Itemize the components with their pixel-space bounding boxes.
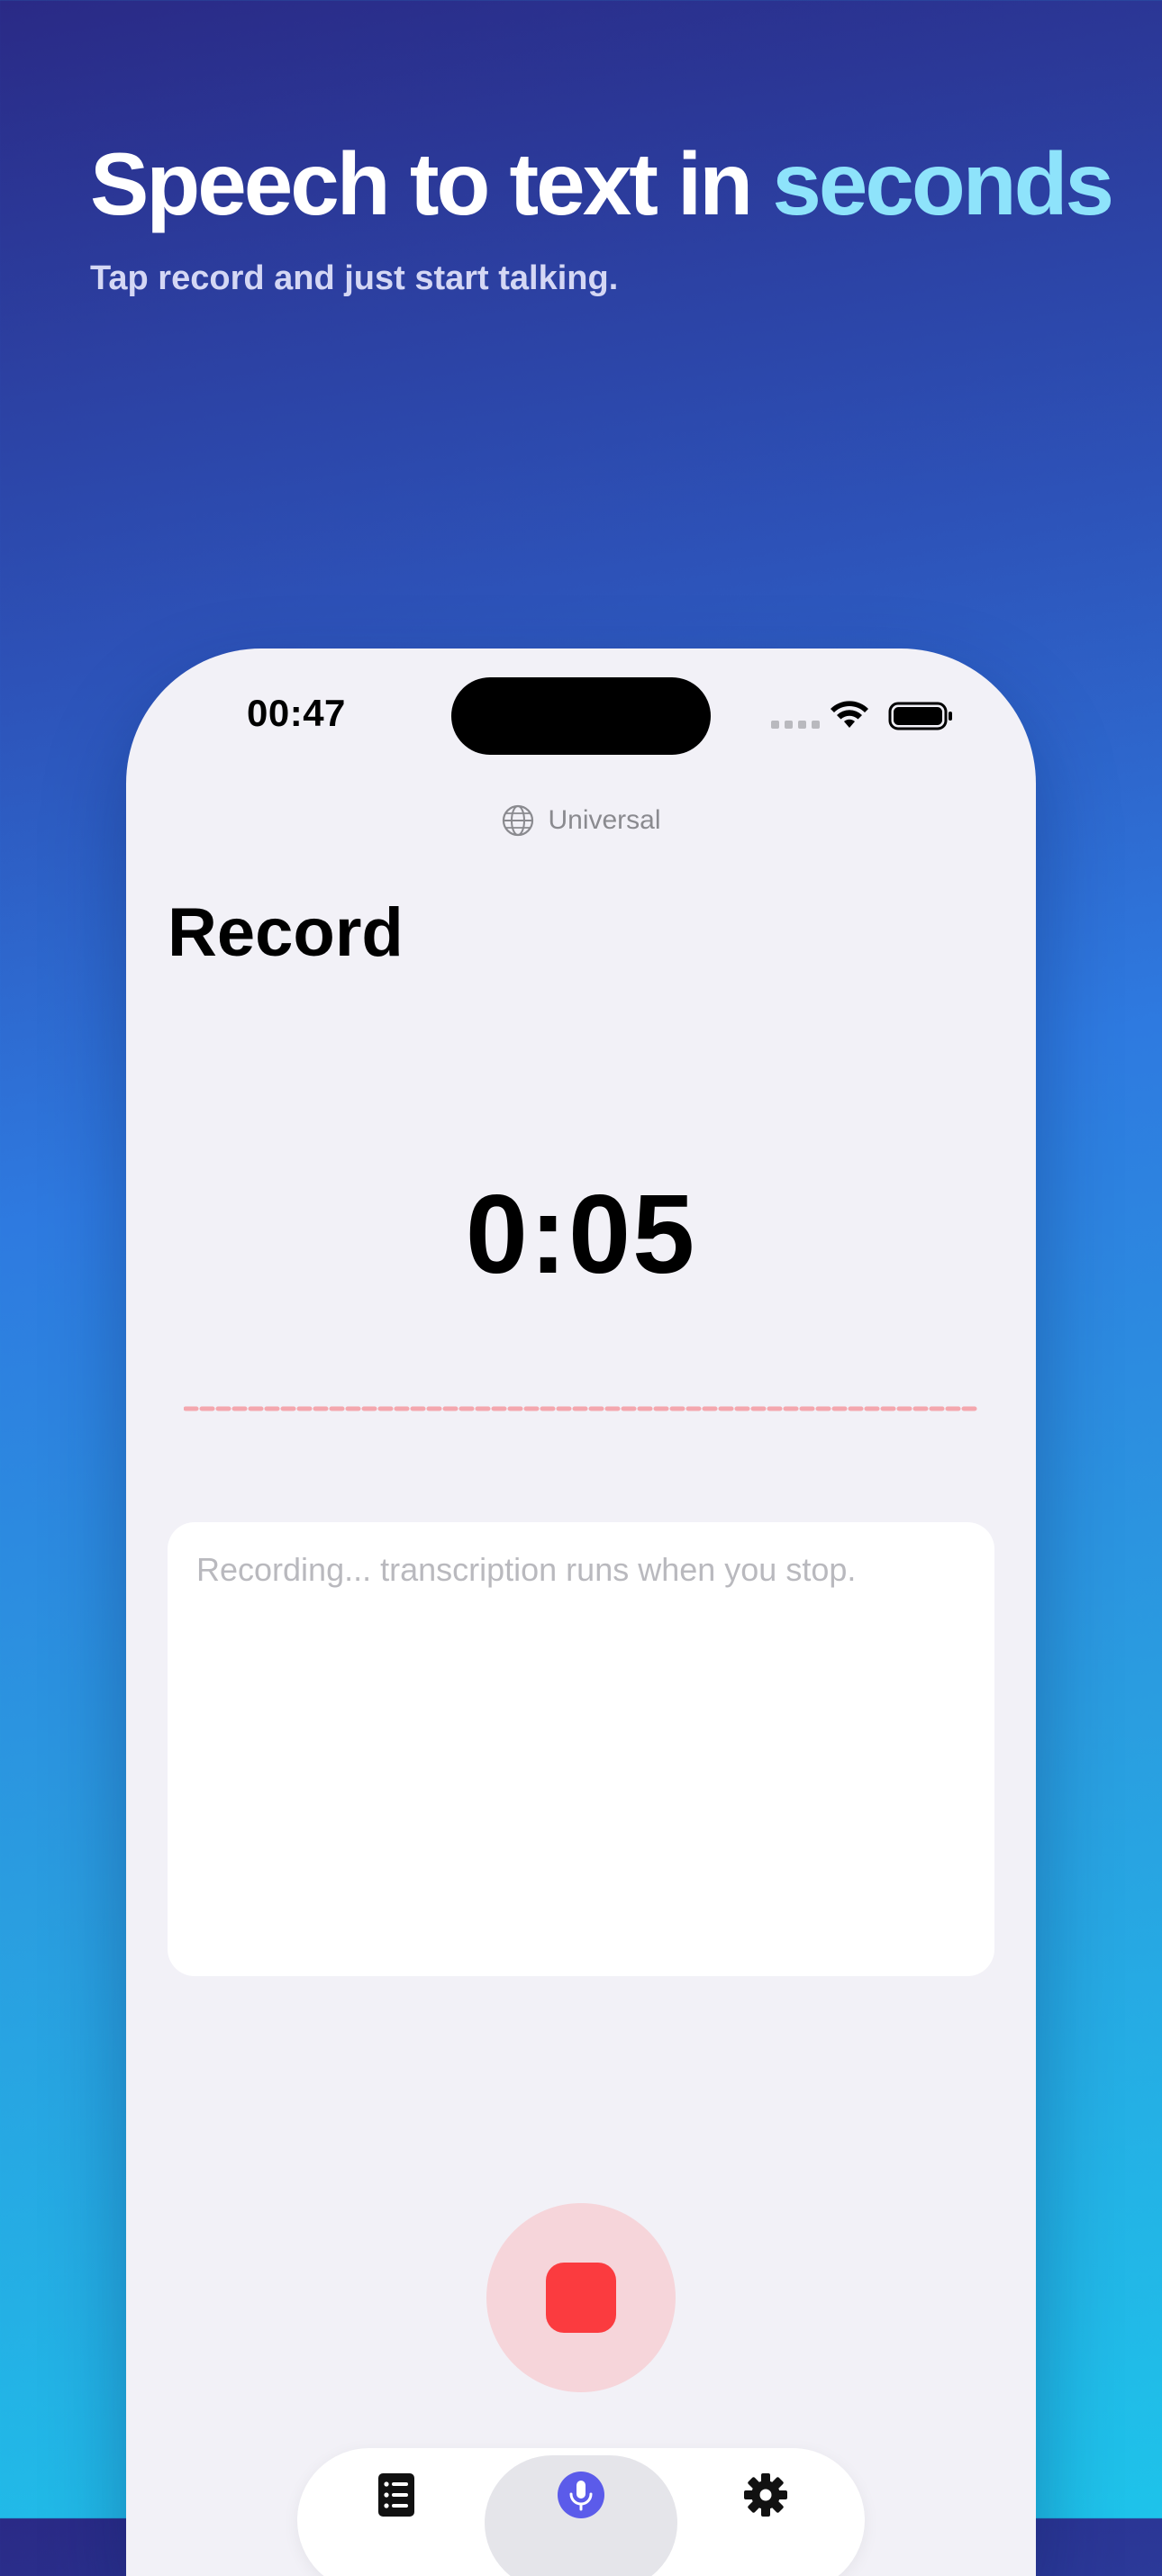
tab-transcripts[interactable]: [342, 2448, 450, 2576]
stop-recording-button[interactable]: [486, 2203, 676, 2392]
recording-timer: 0:05: [465, 1173, 697, 1297]
marketing-headline: Speech to text in seconds: [90, 133, 1114, 235]
language-selector[interactable]: Universal: [126, 803, 1036, 838]
globe-icon: [503, 804, 534, 837]
language-label: Universal: [548, 805, 661, 835]
status-bar-time: 00:47: [247, 692, 346, 734]
dynamic-island: [451, 677, 711, 755]
marketing-subheadline: Tap record and just start talking.: [90, 259, 619, 297]
microphone-icon: [558, 2472, 604, 2518]
wifi-icon: [831, 701, 868, 728]
transcript-placeholder: Recording... transcription runs when you…: [196, 1551, 857, 1588]
battery-icon: [888, 702, 952, 730]
tab-record[interactable]: [485, 2455, 677, 2576]
transcript-area[interactable]: Recording... transcription runs when you…: [168, 1522, 994, 1976]
headline-main: Speech to text in: [90, 134, 773, 233]
cellular-icon: [771, 721, 820, 729]
list-icon: [378, 2473, 414, 2517]
audio-waveform: [184, 1406, 978, 1411]
tab-bar: [297, 2448, 865, 2576]
stop-icon: [546, 2263, 616, 2333]
page-title: Record: [168, 894, 404, 971]
tab-settings[interactable]: [712, 2448, 820, 2576]
phone-frame: 00:47 Universal Record 0:05 Recording...…: [126, 649, 1036, 2576]
gear-icon: [744, 2473, 787, 2517]
headline-accent: seconds: [772, 134, 1114, 233]
